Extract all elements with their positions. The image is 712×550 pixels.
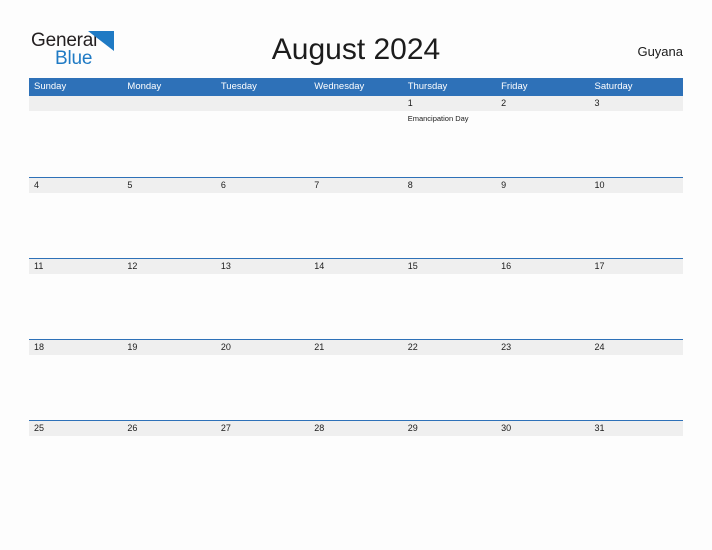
weekday-header-tuesday: Tuesday xyxy=(220,81,257,92)
day-events[interactable] xyxy=(122,436,215,502)
day-events[interactable] xyxy=(309,355,402,421)
day-number[interactable]: 26 xyxy=(122,421,215,436)
day-events[interactable] xyxy=(29,355,122,421)
weekday-header-sunday: Sunday xyxy=(34,81,67,92)
week-row: 18 19 20 21 22 23 24 xyxy=(29,339,683,420)
day-number[interactable]: 9 xyxy=(496,178,589,193)
day-number[interactable] xyxy=(29,96,122,111)
day-number[interactable]: 30 xyxy=(496,421,589,436)
day-number[interactable]: 12 xyxy=(122,259,215,274)
holiday-label: Emancipation Day xyxy=(407,114,469,123)
page-header: General Blue August 2024 Guyana xyxy=(0,0,712,76)
day-events[interactable] xyxy=(309,111,402,177)
day-number[interactable]: 5 xyxy=(122,178,215,193)
day-events[interactable] xyxy=(122,193,215,259)
day-events[interactable] xyxy=(216,355,309,421)
day-number[interactable]: 28 xyxy=(309,421,402,436)
day-events[interactable] xyxy=(590,193,683,259)
day-events[interactable] xyxy=(29,274,122,340)
week-date-band: 4 5 6 7 8 9 10 xyxy=(29,178,683,193)
day-number[interactable]: 2 xyxy=(496,96,589,111)
day-number[interactable]: 25 xyxy=(29,421,122,436)
day-events[interactable] xyxy=(590,355,683,421)
day-number[interactable]: 19 xyxy=(122,340,215,355)
day-number[interactable] xyxy=(309,96,402,111)
day-number[interactable]: 24 xyxy=(590,340,683,355)
day-number[interactable]: 17 xyxy=(590,259,683,274)
day-events[interactable] xyxy=(590,274,683,340)
day-number[interactable]: 13 xyxy=(216,259,309,274)
day-events[interactable] xyxy=(590,436,683,502)
week-event-row xyxy=(29,274,683,340)
day-events[interactable] xyxy=(496,274,589,340)
day-number[interactable]: 7 xyxy=(309,178,402,193)
day-number[interactable]: 3 xyxy=(590,96,683,111)
day-events[interactable] xyxy=(29,111,122,177)
day-number[interactable]: 6 xyxy=(216,178,309,193)
day-events[interactable] xyxy=(496,193,589,259)
day-events[interactable] xyxy=(590,111,683,177)
day-events[interactable] xyxy=(122,111,215,177)
day-events[interactable] xyxy=(216,193,309,259)
weekday-header-row: Sunday Monday Tuesday Wednesday Thursday… xyxy=(29,78,683,96)
week-event-row: Emancipation Day xyxy=(29,111,683,177)
day-events[interactable]: Emancipation Day xyxy=(403,111,496,177)
day-events[interactable] xyxy=(496,111,589,177)
week-date-band: 1 2 3 xyxy=(29,96,683,111)
day-number[interactable]: 20 xyxy=(216,340,309,355)
day-number[interactable] xyxy=(216,96,309,111)
day-number[interactable]: 11 xyxy=(29,259,122,274)
week-row: 4 5 6 7 8 9 10 xyxy=(29,177,683,258)
week-row: 11 12 13 14 15 16 17 xyxy=(29,258,683,339)
day-number[interactable]: 10 xyxy=(590,178,683,193)
weekday-header-monday: Monday xyxy=(127,81,162,92)
day-number[interactable]: 23 xyxy=(496,340,589,355)
week-date-band: 18 19 20 21 22 23 24 xyxy=(29,340,683,355)
day-events[interactable] xyxy=(403,436,496,502)
day-number[interactable]: 1 xyxy=(403,96,496,111)
day-number[interactable]: 22 xyxy=(403,340,496,355)
week-date-band: 11 12 13 14 15 16 17 xyxy=(29,259,683,274)
week-event-row xyxy=(29,355,683,421)
day-events[interactable] xyxy=(29,436,122,502)
day-events[interactable] xyxy=(496,355,589,421)
day-events[interactable] xyxy=(403,274,496,340)
weekday-header-friday: Friday xyxy=(501,81,528,92)
day-number[interactable]: 16 xyxy=(496,259,589,274)
weekday-header-wednesday: Wednesday xyxy=(314,81,365,92)
page-title: August 2024 xyxy=(271,33,441,66)
week-date-band: 25 26 27 28 29 30 31 xyxy=(29,421,683,436)
day-number[interactable]: 15 xyxy=(403,259,496,274)
country-label: Guyana xyxy=(637,44,683,59)
weekday-header-saturday: Saturday xyxy=(594,81,633,92)
day-events[interactable] xyxy=(122,274,215,340)
day-events[interactable] xyxy=(216,274,309,340)
week-row: 1 2 3 Emancipation Day xyxy=(29,96,683,177)
day-events[interactable] xyxy=(309,193,402,259)
day-number[interactable]: 18 xyxy=(29,340,122,355)
day-events[interactable] xyxy=(309,436,402,502)
day-events[interactable] xyxy=(403,193,496,259)
day-events[interactable] xyxy=(216,436,309,502)
weekday-header-thursday: Thursday xyxy=(407,81,448,92)
day-events[interactable] xyxy=(216,111,309,177)
day-number[interactable]: 8 xyxy=(403,178,496,193)
day-events[interactable] xyxy=(29,193,122,259)
day-number[interactable]: 4 xyxy=(29,178,122,193)
calendar-grid: Sunday Monday Tuesday Wednesday Thursday… xyxy=(29,78,683,501)
day-events[interactable] xyxy=(309,274,402,340)
day-events[interactable] xyxy=(403,355,496,421)
week-event-row xyxy=(29,436,683,502)
day-number[interactable]: 31 xyxy=(590,421,683,436)
day-number[interactable]: 27 xyxy=(216,421,309,436)
day-events[interactable] xyxy=(122,355,215,421)
week-row: 25 26 27 28 29 30 31 xyxy=(29,420,683,501)
day-number[interactable] xyxy=(122,96,215,111)
day-number[interactable]: 21 xyxy=(309,340,402,355)
day-number[interactable]: 14 xyxy=(309,259,402,274)
day-number[interactable]: 29 xyxy=(403,421,496,436)
day-events[interactable] xyxy=(496,436,589,502)
week-event-row xyxy=(29,193,683,259)
